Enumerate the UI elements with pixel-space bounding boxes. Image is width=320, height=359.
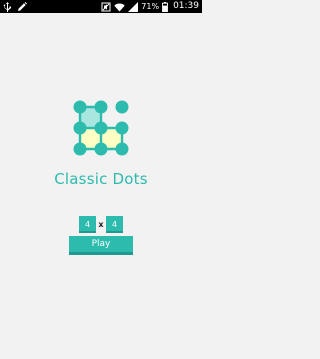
grid-columns-button[interactable]: 4 — [79, 216, 96, 233]
logo-dot — [94, 142, 108, 156]
logo-dot — [115, 142, 129, 156]
logo-dots — [73, 100, 129, 156]
dots-logo — [71, 98, 131, 158]
dots-logo-graphic — [73, 100, 129, 156]
clock: 01:39 — [173, 1, 199, 11]
logo-dot — [94, 121, 108, 135]
battery-icon — [162, 1, 169, 12]
status-bar: 71% 01:39 — [0, 0, 202, 13]
status-bar-right: 71% 01:39 — [101, 0, 199, 13]
signal-icon — [128, 1, 139, 12]
logo-dot — [73, 142, 87, 156]
grid-size-selector: 4 x 4 — [0, 216, 202, 233]
logo-dot — [115, 121, 129, 135]
app-title: Classic Dots — [54, 170, 148, 188]
logo-dot — [73, 121, 87, 135]
logo-dot — [115, 100, 129, 114]
logo-dot — [73, 100, 87, 114]
logo-dot — [94, 100, 108, 114]
pencil-icon — [17, 1, 27, 12]
status-bar-left — [3, 1, 27, 12]
usb-icon — [3, 1, 12, 12]
wifi-icon — [114, 2, 125, 12]
sound-muted-icon — [101, 2, 111, 12]
grid-size-separator: x — [98, 220, 104, 229]
play-button[interactable]: Play — [69, 236, 133, 255]
battery-percent: 71% — [141, 2, 160, 11]
grid-rows-button[interactable]: 4 — [106, 216, 123, 233]
